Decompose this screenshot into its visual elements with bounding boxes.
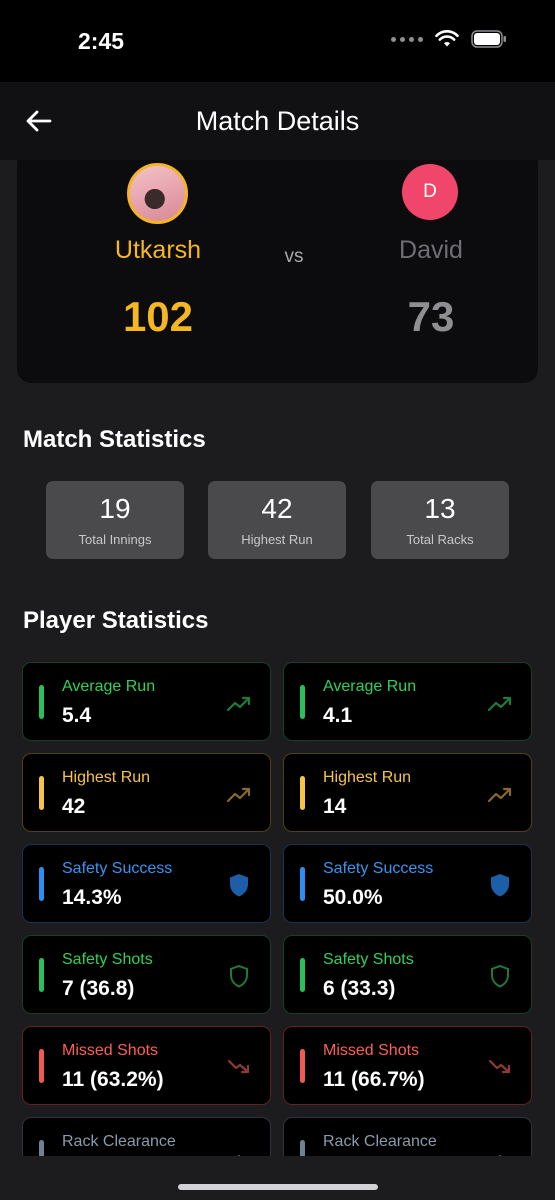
stat-card-label: Safety Success [62, 860, 173, 877]
player1-score: 102 [122, 293, 194, 340]
player2-highest-run-card: Highest Run 14 [283, 753, 532, 832]
accent-bar [300, 867, 305, 901]
accent-bar [300, 685, 305, 719]
stat-card-value: 11 (66.7%) [323, 1068, 425, 1091]
accent-bar [39, 867, 44, 901]
shield-filled-icon [230, 874, 248, 897]
stat-card-value: 4.1 [323, 704, 353, 727]
player2-average-run-card: Average Run 4.1 [283, 662, 532, 741]
player2-avatar: D [402, 164, 458, 220]
page-title: Match Details [195, 106, 360, 136]
stat-label: Highest Run [241, 532, 313, 547]
stat-card-label: Rack Clearance [62, 1133, 176, 1150]
player1-name: Utkarsh [114, 236, 202, 264]
stat-card-label: Safety Shots [323, 951, 414, 968]
trending-up-icon [487, 787, 512, 803]
player1-average-run-card: Average Run 5.4 [22, 662, 271, 741]
stat-card-value: 5.4 [62, 704, 92, 727]
stat-card-label: Average Run [62, 678, 156, 695]
stat-highest-run: 42 Highest Run [208, 481, 346, 559]
match-score-card: D Utkarsh vs David 102 73 [17, 160, 538, 383]
stat-card-value: 50.0% [323, 886, 383, 909]
status-icons [391, 30, 507, 48]
match-statistics-title: Match Statistics [23, 426, 206, 453]
stat-card-value: 7 (36.8) [62, 977, 135, 1000]
status-time: 2:45 [78, 28, 125, 54]
stat-card-label: Highest Run [323, 769, 412, 786]
stat-card-value: 11 (63.2%) [62, 1068, 164, 1091]
player2-score: 73 [407, 293, 455, 340]
navigation-bar: Match Details [0, 82, 555, 160]
stat-card-label: Highest Run [62, 769, 151, 786]
player2-safety-shots-card: Safety Shots 6 (33.3) [283, 935, 532, 1014]
accent-bar [39, 685, 44, 719]
stat-card-label: Missed Shots [62, 1042, 159, 1059]
accent-bar [300, 1049, 305, 1083]
stat-card-value: 14.3% [62, 886, 122, 909]
player2-safety-success-card: Safety Success 50.0% [283, 844, 532, 923]
accent-bar [39, 1049, 44, 1083]
signal-icon [391, 36, 423, 42]
stat-card-label: Safety Shots [62, 951, 153, 968]
trending-up-icon [487, 696, 512, 712]
player1-safety-shots-card: Safety Shots 7 (36.8) [22, 935, 271, 1014]
stat-card-label: Rack Clearance [323, 1133, 437, 1150]
trending-down-icon [227, 1059, 250, 1074]
scroll-content[interactable]: D Utkarsh vs David 102 73 Match Statisti… [0, 160, 555, 1160]
player1-missed-shots-card: Missed Shots 11 (63.2%) [22, 1026, 271, 1105]
player1-rack-clearance-card: Rack Clearance [22, 1117, 271, 1160]
trending-up-icon [226, 696, 251, 712]
wifi-icon [435, 30, 459, 47]
player2-name: David [399, 236, 463, 264]
accent-bar [39, 958, 44, 992]
stat-card-label: Missed Shots [323, 1042, 420, 1059]
shield-filled-icon [491, 874, 509, 897]
shield-outline-icon [230, 964, 248, 988]
trending-up-icon [226, 787, 251, 803]
accent-bar [300, 958, 305, 992]
stat-total-racks: 13 Total Racks [371, 481, 509, 559]
stat-card-label: Average Run [323, 678, 417, 695]
bottom-bar [0, 1156, 555, 1200]
stat-value: 42 [261, 493, 293, 524]
accent-bar [39, 776, 44, 810]
stat-card-value: 6 (33.3) [323, 977, 396, 1000]
trending-down-icon [488, 1059, 511, 1074]
stat-value: 19 [99, 493, 131, 524]
accent-bar [300, 776, 305, 810]
player1-safety-success-card: Safety Success 14.3% [22, 844, 271, 923]
vs-label: vs [284, 246, 304, 267]
player2-missed-shots-card: Missed Shots 11 (66.7%) [283, 1026, 532, 1105]
stat-total-innings: 19 Total Innings [46, 481, 184, 559]
shield-outline-icon [491, 964, 509, 988]
stat-card-label: Safety Success [323, 860, 434, 877]
player-statistics-title: Player Statistics [23, 607, 209, 634]
player2-rack-clearance-card: Rack Clearance [283, 1117, 532, 1160]
player1-avatar [127, 163, 188, 224]
home-indicator[interactable] [178, 1184, 378, 1190]
stat-card-value: 42 [62, 795, 86, 818]
player1-highest-run-card: Highest Run 42 [22, 753, 271, 832]
stat-label: Total Innings [78, 532, 152, 547]
stat-value: 13 [424, 493, 456, 524]
battery-icon [471, 30, 506, 48]
status-bar: 2:45 [0, 0, 555, 82]
stat-label: Total Racks [406, 532, 474, 547]
stat-card-value: 14 [323, 795, 347, 818]
